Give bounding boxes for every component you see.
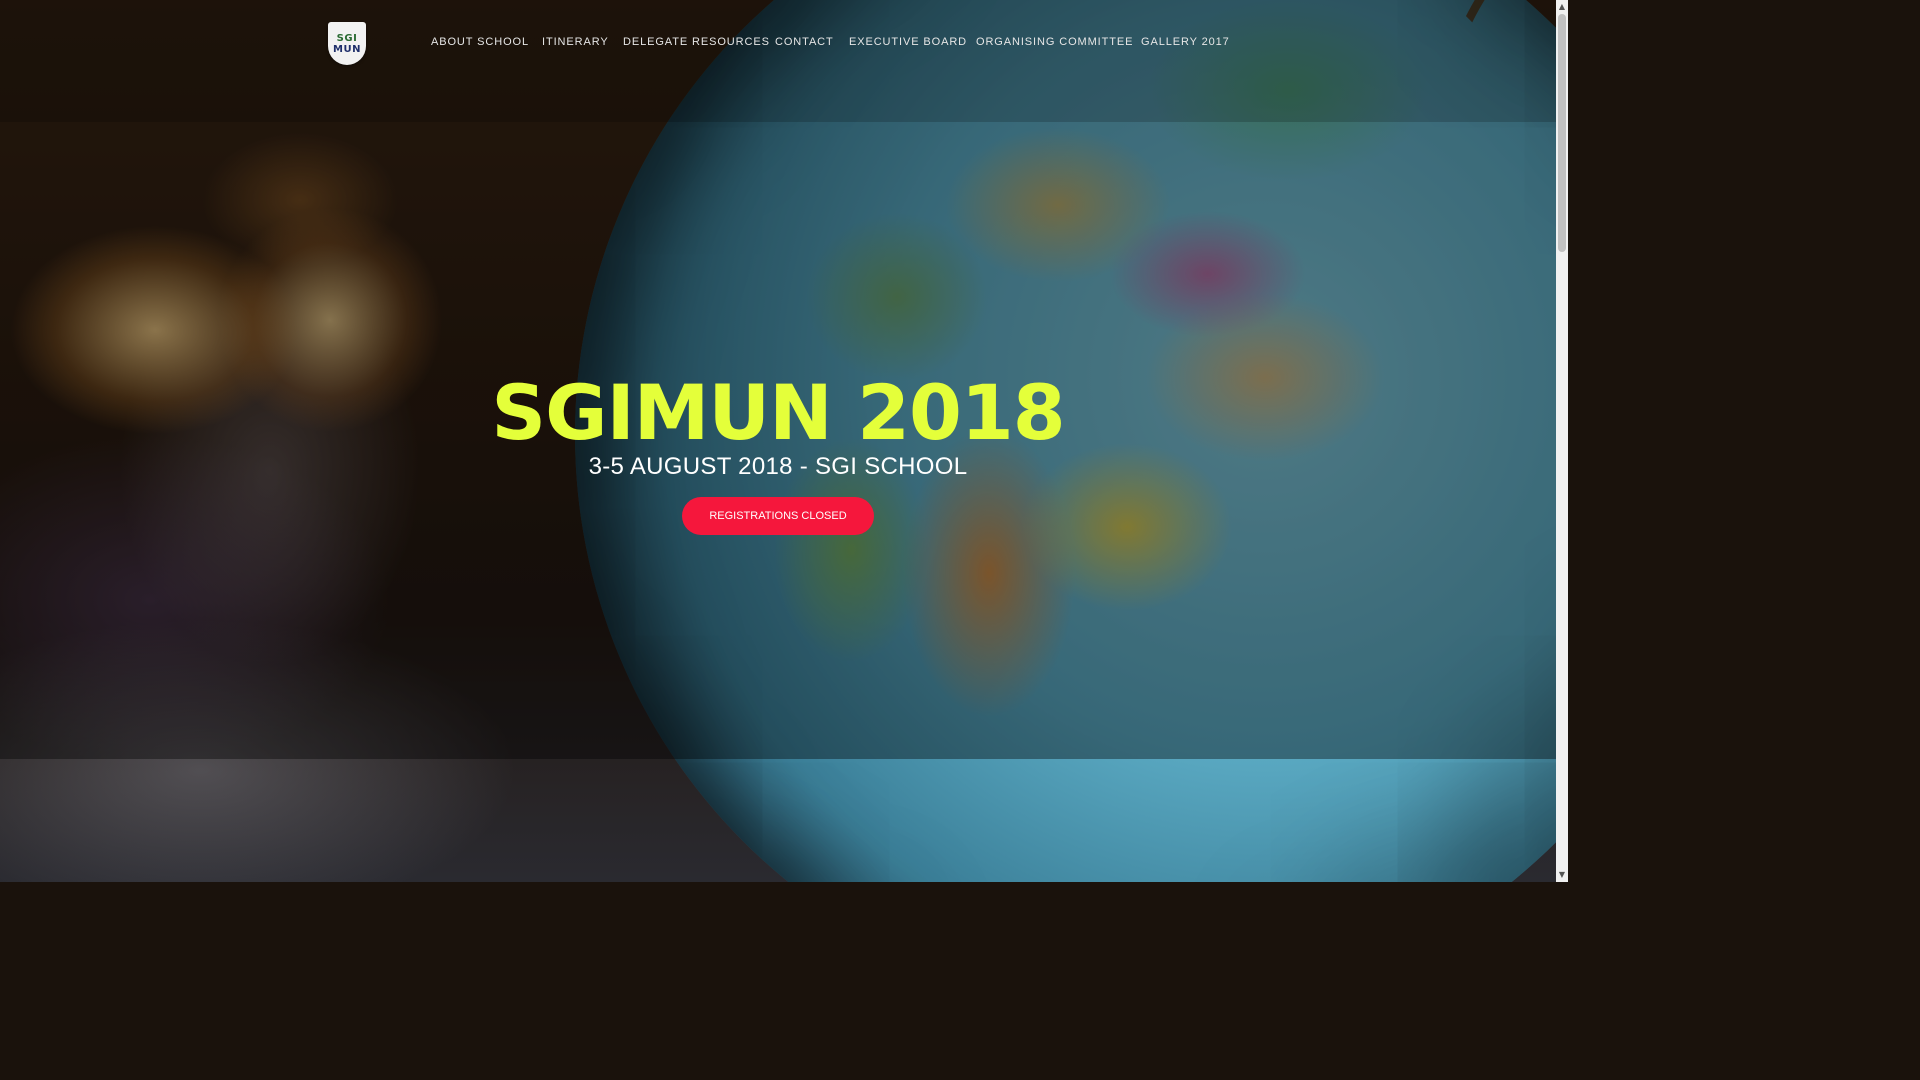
nav-itinerary[interactable]: ITINERARY [542, 36, 609, 48]
nav-organising-committee[interactable]: ORGANISING COMMITTEE [976, 36, 1133, 48]
main-nav: ABOUT SCHOOL ITINERARY DELEGATE RESOURCE… [0, 36, 1556, 52]
scroll-up-arrow-icon[interactable]: ▲ [1556, 0, 1568, 14]
registrations-closed-button[interactable]: REGISTRATIONS CLOSED [682, 497, 874, 535]
nav-executive-board[interactable]: EXECUTIVE BOARD [849, 36, 967, 48]
scrollbar[interactable]: ▲ ▼ [1556, 0, 1568, 882]
hero-subtitle: 3-5 AUGUST 2018 - SGI SCHOOL [588, 453, 968, 480]
nav-contact[interactable]: CONTACT [775, 36, 834, 48]
nav-about-school[interactable]: ABOUT SCHOOL [431, 36, 529, 48]
scroll-down-arrow-icon[interactable]: ▼ [1556, 868, 1568, 882]
nav-delegate-resources[interactable]: DELEGATE RESOURCES [623, 36, 770, 48]
nav-gallery-2017[interactable]: GALLERY 2017 [1141, 36, 1230, 48]
hero-title: SGIMUN 2018 [491, 368, 1065, 457]
scrollbar-thumb[interactable] [1558, 14, 1566, 252]
header-bar [0, 0, 1556, 122]
